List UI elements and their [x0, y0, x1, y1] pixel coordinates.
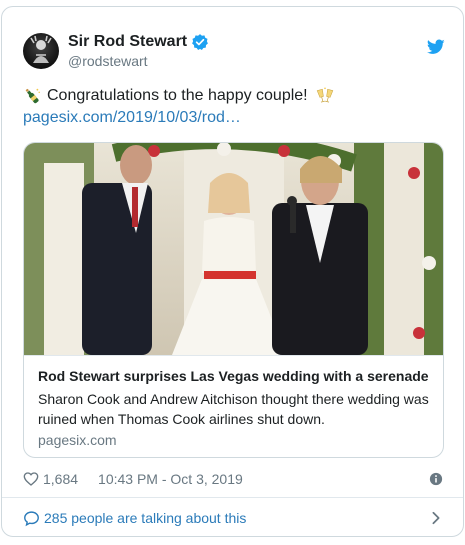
- tweet-meta: 1,684 10:43 PM - Oct 3, 2019: [23, 470, 243, 488]
- verified-badge-icon: [192, 34, 209, 51]
- preview-domain: pagesix.com: [38, 432, 117, 448]
- wedding-photo: [24, 143, 443, 355]
- tweet-link-line: pagesix.com/2019/10/03/rod…: [23, 107, 443, 129]
- clinking-glasses-emoji: [316, 87, 333, 103]
- link-preview-card[interactable]: Rod Stewart surprises Las Vegas wedding …: [23, 142, 444, 458]
- speech-bubble-icon: [24, 511, 39, 527]
- display-name[interactable]: Sir Rod Stewart: [68, 33, 187, 51]
- preview-body: Rod Stewart surprises Las Vegas wedding …: [24, 355, 443, 457]
- avatar[interactable]: [23, 33, 59, 69]
- name-row: Sir Rod Stewart: [68, 33, 209, 51]
- like-count[interactable]: 1,684: [43, 471, 78, 487]
- tweet-timestamp[interactable]: 10:43 PM - Oct 3, 2019: [98, 471, 243, 487]
- tweet-text: Congratulations to the happy couple! pag…: [23, 85, 443, 129]
- info-icon[interactable]: [429, 472, 443, 486]
- avatar-figure: [30, 35, 52, 63]
- tweet-text-line: Congratulations to the happy couple!: [23, 85, 443, 107]
- twitter-bird-icon[interactable]: [427, 39, 445, 55]
- preview-title[interactable]: Rod Stewart surprises Las Vegas wedding …: [38, 367, 429, 385]
- tweet-link[interactable]: pagesix.com/2019/10/03/rod…: [23, 107, 241, 129]
- conversation-link[interactable]: 285 people are talking about this: [44, 509, 246, 527]
- tweet-message: Congratulations to the happy couple!: [47, 87, 308, 104]
- bottle-with-popping-cork-emoji: [25, 88, 40, 104]
- heart-icon[interactable]: [23, 471, 39, 487]
- handle[interactable]: @rodstewart: [68, 53, 148, 69]
- preview-description: Sharon Cook and Andrew Aitchison thought…: [38, 391, 429, 427]
- conversation-footer[interactable]: 285 people are talking about this: [2, 498, 463, 536]
- tweet-embed[interactable]: Sir Rod Stewart @rodstewart Congratulati…: [1, 6, 464, 537]
- chevron-right-icon[interactable]: [429, 511, 443, 525]
- tweet-header: Sir Rod Stewart @rodstewart: [2, 7, 463, 75]
- preview-image[interactable]: [24, 143, 443, 355]
